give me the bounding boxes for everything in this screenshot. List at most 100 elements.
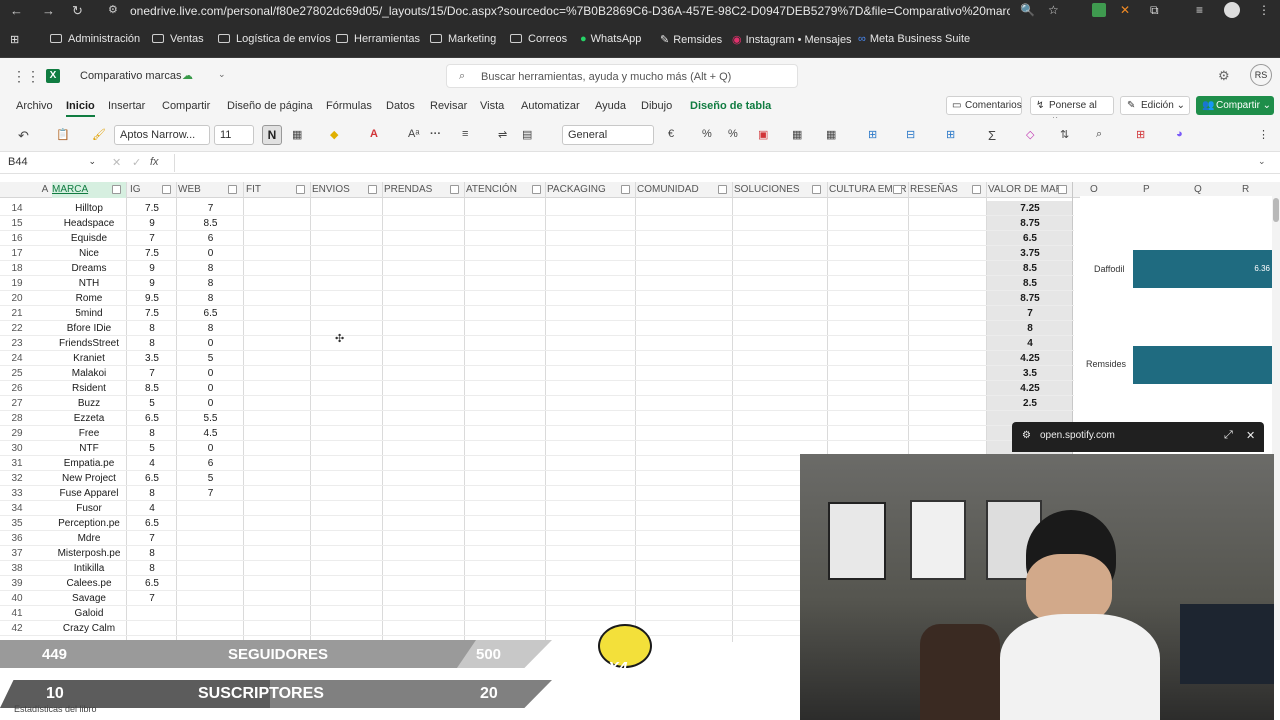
- cell-ig[interactable]: 7: [128, 531, 176, 546]
- cell-ig[interactable]: 8: [128, 561, 176, 576]
- tab-insertar[interactable]: Insertar: [108, 100, 145, 112]
- borders-icon[interactable]: ▦: [292, 128, 302, 141]
- row-number[interactable]: 28: [0, 411, 34, 426]
- comments-button[interactable]: ▭ Comentarios: [946, 96, 1022, 115]
- cell-ig[interactable]: 6.5: [128, 576, 176, 591]
- cell-ig[interactable]: 9: [128, 216, 176, 231]
- formula-input[interactable]: [174, 154, 1264, 172]
- editing-mode-button[interactable]: ✎ Edición ⌄: [1120, 96, 1190, 115]
- cell-ig[interactable]: 9: [128, 261, 176, 276]
- row-number[interactable]: 32: [0, 471, 34, 486]
- tab-revisar[interactable]: Revisar: [430, 100, 467, 112]
- col-header-web[interactable]: WEB: [178, 182, 242, 198]
- apps-grid-icon[interactable]: ⊞: [10, 33, 19, 46]
- delete-icon[interactable]: ⊟: [906, 128, 915, 141]
- cell-ig[interactable]: 7: [128, 591, 176, 606]
- font-size-select[interactable]: 11: [214, 125, 254, 145]
- cell-ig[interactable]: 5: [128, 441, 176, 456]
- cell-marca[interactable]: Kraniet: [52, 351, 126, 366]
- column-letter[interactable]: A: [38, 182, 52, 198]
- col-header-resenas[interactable]: RESEÑAS: [910, 182, 986, 198]
- merge-icon[interactable]: ▤: [522, 128, 532, 141]
- add-ins-icon[interactable]: ⊞: [1136, 128, 1145, 141]
- tab-dibujo[interactable]: Dibujo: [641, 100, 672, 112]
- cell-ig[interactable]: 9.5: [128, 291, 176, 306]
- align-icon[interactable]: ≡: [462, 128, 468, 140]
- function-icon[interactable]: fx: [150, 156, 159, 168]
- bookmark-correos[interactable]: Correos: [510, 33, 567, 45]
- cell-marca[interactable]: Ezzeta: [52, 411, 126, 426]
- cell-marca[interactable]: Crazy Calm: [52, 621, 126, 636]
- row-number[interactable]: 17: [0, 246, 34, 261]
- bookmark-logistica[interactable]: Logística de envíos: [218, 33, 331, 45]
- cell-web[interactable]: 7: [178, 201, 243, 216]
- site-settings-icon[interactable]: ⚙: [1022, 430, 1031, 441]
- col-header-valor[interactable]: VALOR DE MAR: [988, 182, 1072, 198]
- row-number[interactable]: 24: [0, 351, 34, 366]
- bookmark-administracion[interactable]: Administración: [50, 33, 140, 45]
- scrollbar-thumb[interactable]: [1273, 198, 1279, 222]
- table-format-icon[interactable]: ▦: [792, 128, 802, 141]
- cell-web[interactable]: 6: [178, 231, 243, 246]
- cell-web[interactable]: 0: [178, 336, 243, 351]
- col-header-marca[interactable]: MARCA: [52, 182, 126, 198]
- site-info-icon[interactable]: ⚙: [108, 3, 118, 16]
- row-number[interactable]: 36: [0, 531, 34, 546]
- row-number[interactable]: 14: [0, 201, 34, 216]
- col-header-packaging[interactable]: PACKAGING: [547, 182, 635, 198]
- cell-ig[interactable]: 6.5: [128, 471, 176, 486]
- row-number[interactable]: 38: [0, 561, 34, 576]
- row-number[interactable]: 15: [0, 216, 34, 231]
- chevron-down-icon[interactable]: ⌄: [1258, 156, 1266, 167]
- profile-avatar[interactable]: [1224, 2, 1240, 18]
- tab-archivo[interactable]: Archivo: [16, 100, 53, 112]
- embedded-bar-chart[interactable]: [1080, 196, 1272, 436]
- cell-marca[interactable]: Mdre: [52, 531, 126, 546]
- undo-icon[interactable]: ↶: [18, 128, 29, 144]
- bookmark-star-icon[interactable]: ☆: [1048, 3, 1059, 17]
- number-format-select[interactable]: General: [562, 125, 654, 145]
- cell-ig[interactable]: 4: [128, 456, 176, 471]
- bookmark-ventas[interactable]: Ventas: [152, 33, 204, 45]
- bookmark-marketing[interactable]: Marketing: [430, 33, 496, 45]
- font-size-up-icon[interactable]: Aᵃ: [408, 128, 419, 140]
- cell-valor[interactable]: 7: [988, 306, 1072, 321]
- wrap-text-icon[interactable]: ⇌: [498, 128, 507, 141]
- font-color-icon[interactable]: A: [370, 128, 378, 140]
- row-number[interactable]: 37: [0, 546, 34, 561]
- cell-ig[interactable]: 3.5: [128, 351, 176, 366]
- cell-marca[interactable]: Galoid: [52, 606, 126, 621]
- cell-web[interactable]: 4.5: [178, 426, 243, 441]
- tab-diseno-tabla[interactable]: Diseño de tabla: [690, 100, 771, 112]
- row-number[interactable]: 42: [0, 621, 34, 636]
- zoom-icon[interactable]: 🔍: [1020, 3, 1035, 17]
- cell-valor[interactable]: 4.25: [988, 381, 1072, 396]
- close-icon[interactable]: ✕: [1246, 429, 1255, 442]
- cell-web[interactable]: 5: [178, 471, 243, 486]
- cell-marca[interactable]: Intikilla: [52, 561, 126, 576]
- cell-marca[interactable]: Calees.pe: [52, 576, 126, 591]
- spotify-pip-window[interactable]: ⚙ open.spotify.com ⤢ ✕: [1012, 422, 1264, 452]
- cell-ig[interactable]: 8: [128, 486, 176, 501]
- cell-marca[interactable]: Misterposh.pe: [52, 546, 126, 561]
- address-bar[interactable]: onedrive.live.com/personal/f80e27802dc69…: [130, 4, 1010, 18]
- cell-ig[interactable]: 8: [128, 426, 176, 441]
- cell-ig[interactable]: 6.5: [128, 411, 176, 426]
- filter-icon[interactable]: [812, 185, 821, 194]
- cell-marca[interactable]: Hilltop: [52, 201, 126, 216]
- cell-web[interactable]: 6.5: [178, 306, 243, 321]
- bookmark-remsides[interactable]: ✎ Remsides: [660, 33, 722, 46]
- cell-web[interactable]: 0: [178, 396, 243, 411]
- col-header-atencion[interactable]: ATENCIÓN: [466, 182, 546, 198]
- tab-diseno-pagina[interactable]: Diseño de página: [227, 100, 313, 112]
- cell-ig[interactable]: 7.5: [128, 306, 176, 321]
- row-number[interactable]: 26: [0, 381, 34, 396]
- cell-marca[interactable]: Dreams: [52, 261, 126, 276]
- document-title[interactable]: Comparativo marcas: [80, 70, 181, 82]
- more-icon[interactable]: ⋮: [1258, 128, 1269, 141]
- catchup-button[interactable]: ↯Ponerse al día: [1030, 96, 1114, 128]
- row-number[interactable]: 31: [0, 456, 34, 471]
- fill-color-icon[interactable]: ◆: [330, 128, 338, 141]
- row-number[interactable]: 19: [0, 276, 34, 291]
- expand-icon[interactable]: ⤢: [1224, 429, 1233, 442]
